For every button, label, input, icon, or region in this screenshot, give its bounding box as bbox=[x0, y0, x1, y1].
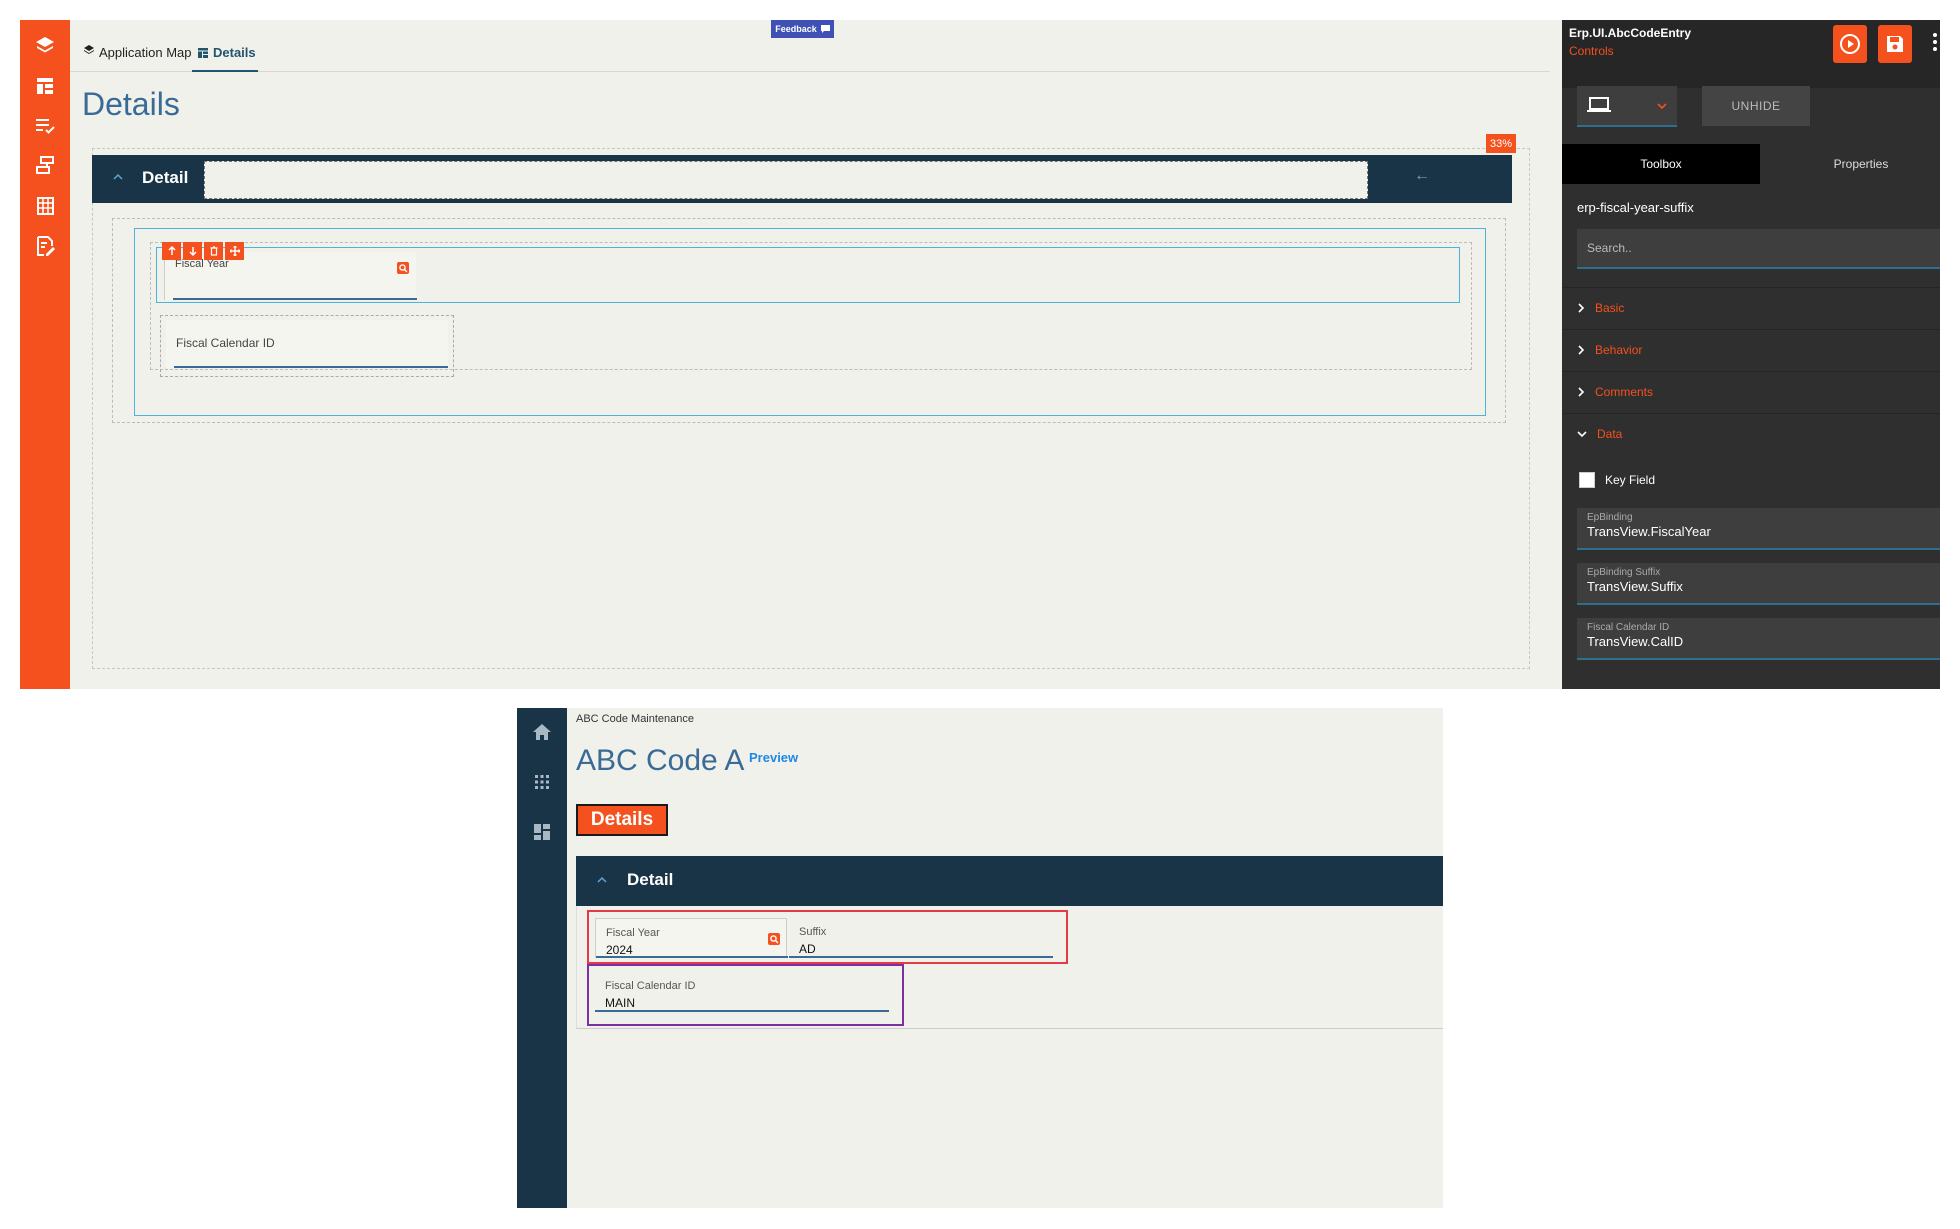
apps-grid-icon[interactable] bbox=[530, 770, 554, 794]
tab-details[interactable]: Details bbox=[192, 45, 258, 72]
run-preview-button[interactable] bbox=[1833, 25, 1867, 63]
highlight-fiscal-year-suffix bbox=[587, 910, 1068, 964]
tab-details[interactable]: Details bbox=[576, 804, 668, 836]
chevron-right-icon bbox=[1578, 387, 1585, 397]
feedback-label: Feedback bbox=[775, 24, 817, 34]
properties-subtitle: Controls bbox=[1569, 44, 1614, 58]
tab-toolbox[interactable]: Toolbox bbox=[1562, 144, 1760, 184]
zoom-badge: 33% bbox=[1486, 134, 1516, 153]
epbinding-suffix-label: EpBinding Suffix bbox=[1587, 567, 1661, 578]
laptop-icon bbox=[1587, 96, 1611, 114]
epbinding-value: TransView.FiscalYear bbox=[1587, 524, 1711, 539]
properties-title: Erp.UI.AbcCodeEntry bbox=[1569, 26, 1692, 40]
fiscal-calendar-id-field[interactable]: Fiscal Calendar ID TransView.CalID bbox=[1577, 618, 1940, 660]
tab-application-map[interactable]: Application Map bbox=[84, 45, 192, 72]
comment-icon bbox=[820, 25, 830, 33]
more-vertical-icon[interactable] bbox=[1932, 32, 1938, 52]
play-circle-icon bbox=[1840, 34, 1860, 54]
key-field-checkbox[interactable]: Key Field bbox=[1579, 472, 1655, 488]
cube-icon bbox=[84, 45, 94, 54]
layers-icon[interactable] bbox=[33, 34, 57, 58]
detail-header-label: Detail bbox=[142, 168, 189, 187]
properties-panel: Erp.UI.AbcCodeEntry Controls UNHIDE Tool… bbox=[1562, 20, 1940, 689]
highlight-fiscal-calendar-id bbox=[587, 964, 904, 1026]
tab-label: Details bbox=[213, 45, 256, 60]
designer-fiscal-calendar-field[interactable]: Fiscal Calendar ID bbox=[166, 320, 448, 368]
fiscal-calendar-id-value: TransView.CalID bbox=[1587, 634, 1684, 649]
section-label: Basic bbox=[1595, 301, 1625, 315]
epbinding-label: EpBinding bbox=[1587, 512, 1633, 523]
data-flow-icon[interactable] bbox=[33, 154, 57, 178]
chevron-up-icon[interactable] bbox=[596, 874, 608, 886]
back-arrow-icon[interactable]: ← bbox=[1414, 167, 1430, 185]
chevron-right-icon bbox=[1578, 303, 1585, 313]
designer-left-rail bbox=[20, 20, 70, 689]
field-label: Fiscal Calendar ID bbox=[176, 336, 275, 350]
properties-header: Erp.UI.AbcCodeEntry Controls bbox=[1562, 20, 1940, 88]
epbinding-field[interactable]: EpBinding TransView.FiscalYear bbox=[1577, 508, 1940, 550]
runtime-preview-screen: ABC Code Maintenance ABC Code A Preview … bbox=[517, 708, 1443, 1208]
control-id: erp-fiscal-year-suffix bbox=[1577, 200, 1694, 215]
feedback-button[interactable]: Feedback bbox=[771, 20, 834, 38]
detail-header-label: Detail bbox=[627, 870, 674, 889]
dashboard-icon[interactable] bbox=[530, 820, 554, 844]
chevron-right-icon bbox=[1578, 345, 1585, 355]
home-icon[interactable] bbox=[530, 720, 554, 744]
section-basic[interactable]: Basic bbox=[1562, 287, 1940, 328]
properties-search-input[interactable]: Search.. bbox=[1577, 229, 1940, 269]
delete-icon[interactable] bbox=[204, 242, 223, 260]
chevron-down-icon bbox=[1577, 431, 1587, 438]
fiscal-calendar-id-label: Fiscal Calendar ID bbox=[1587, 622, 1670, 633]
section-label: Behavior bbox=[1595, 343, 1643, 357]
epbinding-suffix-value: TransView.Suffix bbox=[1587, 579, 1683, 594]
table-icon bbox=[198, 48, 208, 58]
checklist-icon[interactable] bbox=[33, 114, 57, 138]
section-behavior[interactable]: Behavior bbox=[1562, 329, 1940, 370]
chevron-up-icon[interactable] bbox=[112, 171, 124, 183]
section-label: Comments bbox=[1595, 385, 1654, 399]
section-label: Data bbox=[1597, 427, 1623, 441]
device-select[interactable] bbox=[1577, 86, 1677, 127]
move-down-icon[interactable] bbox=[183, 242, 202, 260]
breadcrumb[interactable]: ABC Code Maintenance bbox=[576, 713, 694, 725]
layout-icon[interactable] bbox=[33, 74, 57, 98]
designer-screen: Application Map Details Feedback Details… bbox=[20, 20, 1940, 689]
chevron-down-icon bbox=[1657, 102, 1667, 110]
detail-panel-header[interactable]: Detail ← bbox=[92, 155, 1512, 203]
control-toolbar bbox=[162, 242, 244, 260]
runtime-left-rail bbox=[517, 708, 567, 1208]
unhide-button[interactable]: UNHIDE bbox=[1702, 86, 1810, 126]
section-comments[interactable]: Comments bbox=[1562, 371, 1940, 412]
detail-header-drop-zone[interactable] bbox=[204, 161, 1368, 199]
preview-label: Preview bbox=[749, 750, 799, 765]
section-data[interactable]: Data bbox=[1562, 413, 1940, 454]
save-icon bbox=[1887, 36, 1903, 52]
drag-move-icon[interactable] bbox=[225, 242, 244, 260]
runtime-detail-header[interactable]: Detail bbox=[576, 856, 1443, 906]
tab-properties[interactable]: Properties bbox=[1762, 144, 1940, 184]
save-button[interactable] bbox=[1878, 25, 1912, 63]
edit-document-icon[interactable] bbox=[33, 234, 57, 258]
lookup-icon[interactable] bbox=[397, 262, 409, 274]
key-field-label: Key Field bbox=[1605, 473, 1656, 487]
tab-label: Application Map bbox=[99, 45, 192, 60]
grid-table-icon[interactable] bbox=[33, 194, 57, 218]
epbinding-suffix-field[interactable]: EpBinding Suffix TransView.Suffix bbox=[1577, 563, 1940, 605]
field-underline bbox=[174, 366, 448, 368]
move-up-icon[interactable] bbox=[162, 242, 181, 260]
checkbox-box[interactable] bbox=[1579, 472, 1595, 488]
runtime-page-title: ABC Code A bbox=[576, 744, 745, 777]
field-underline bbox=[173, 298, 417, 300]
page-title: Details bbox=[82, 86, 180, 122]
